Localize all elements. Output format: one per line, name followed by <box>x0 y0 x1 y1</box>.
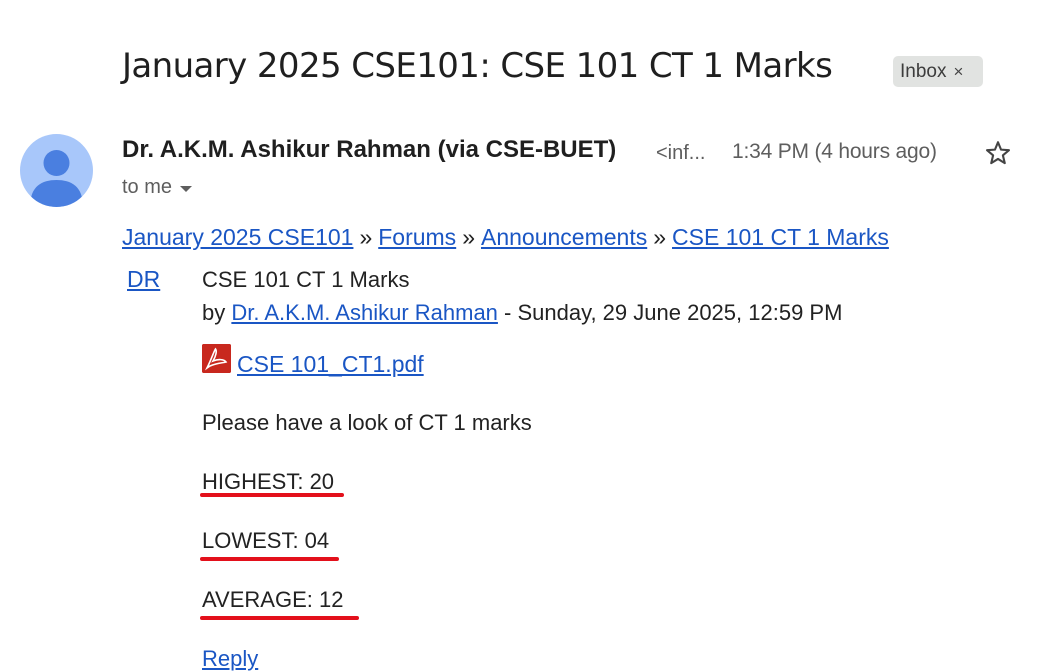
breadcrumb-post-link[interactable]: CSE 101 CT 1 Marks <box>672 224 889 250</box>
attachment-link[interactable]: CSE 101_CT1.pdf <box>237 351 424 378</box>
breadcrumb-announcements-link[interactable]: Announcements <box>481 224 647 250</box>
breadcrumb-separator: » <box>462 224 475 250</box>
breadcrumb: January 2025 CSE101» Forums» Announcements… <box>122 224 889 251</box>
chevron-down-icon <box>180 185 193 192</box>
pdf-icon <box>202 344 231 373</box>
sender-name: Dr. A.K.M. Ashikur Rahman (via CSE-BUET) <box>122 136 617 163</box>
byline-prefix: by <box>202 300 226 325</box>
stat-average: AVERAGE: 12 <box>202 587 344 612</box>
post-title: CSE 101 CT 1 Marks <box>202 267 410 292</box>
recipient-details-toggle[interactable]: to me <box>122 176 193 199</box>
person-icon <box>30 150 83 207</box>
author-initials-link[interactable]: DR <box>127 266 160 293</box>
email-time: 1:34 PM (4 hours ago) <box>732 140 937 163</box>
post-byline: by Dr. A.K.M. Ashikur Rahman - Sunday, 2… <box>202 300 842 326</box>
label-text: Inbox <box>900 60 947 82</box>
post-message: Please have a look of CT 1 marks <box>202 410 532 435</box>
stat-lowest: LOWEST: 04 <box>202 528 330 553</box>
star-icon[interactable] <box>984 139 1012 167</box>
attachment: CSE 101_CT1.pdf <box>202 344 424 378</box>
red-underline <box>200 493 344 497</box>
sender-avatar[interactable] <box>20 134 93 207</box>
red-underline <box>200 616 359 620</box>
breadcrumb-course-link[interactable]: January 2025 CSE101 <box>122 224 353 250</box>
remove-label-icon[interactable]: × <box>953 62 963 82</box>
author-link[interactable]: Dr. A.K.M. Ashikur Rahman <box>231 300 498 325</box>
reply-link[interactable]: Reply <box>202 646 258 672</box>
breadcrumb-forums-link[interactable]: Forums <box>378 224 456 250</box>
sender-email: <inf... <box>656 142 706 164</box>
red-underline <box>200 557 339 561</box>
post-date: - Sunday, 29 June 2025, 12:59 PM <box>497 300 843 325</box>
breadcrumb-separator: » <box>359 224 373 250</box>
stat-highest: HIGHEST: 20 <box>202 469 335 494</box>
inbox-label-chip[interactable]: Inbox × <box>893 56 983 87</box>
breadcrumb-separator: » <box>653 224 667 250</box>
recipient-text: to me <box>122 176 173 198</box>
email-subject: January 2025 CSE101: CSE 101 CT 1 Marks <box>122 46 833 86</box>
